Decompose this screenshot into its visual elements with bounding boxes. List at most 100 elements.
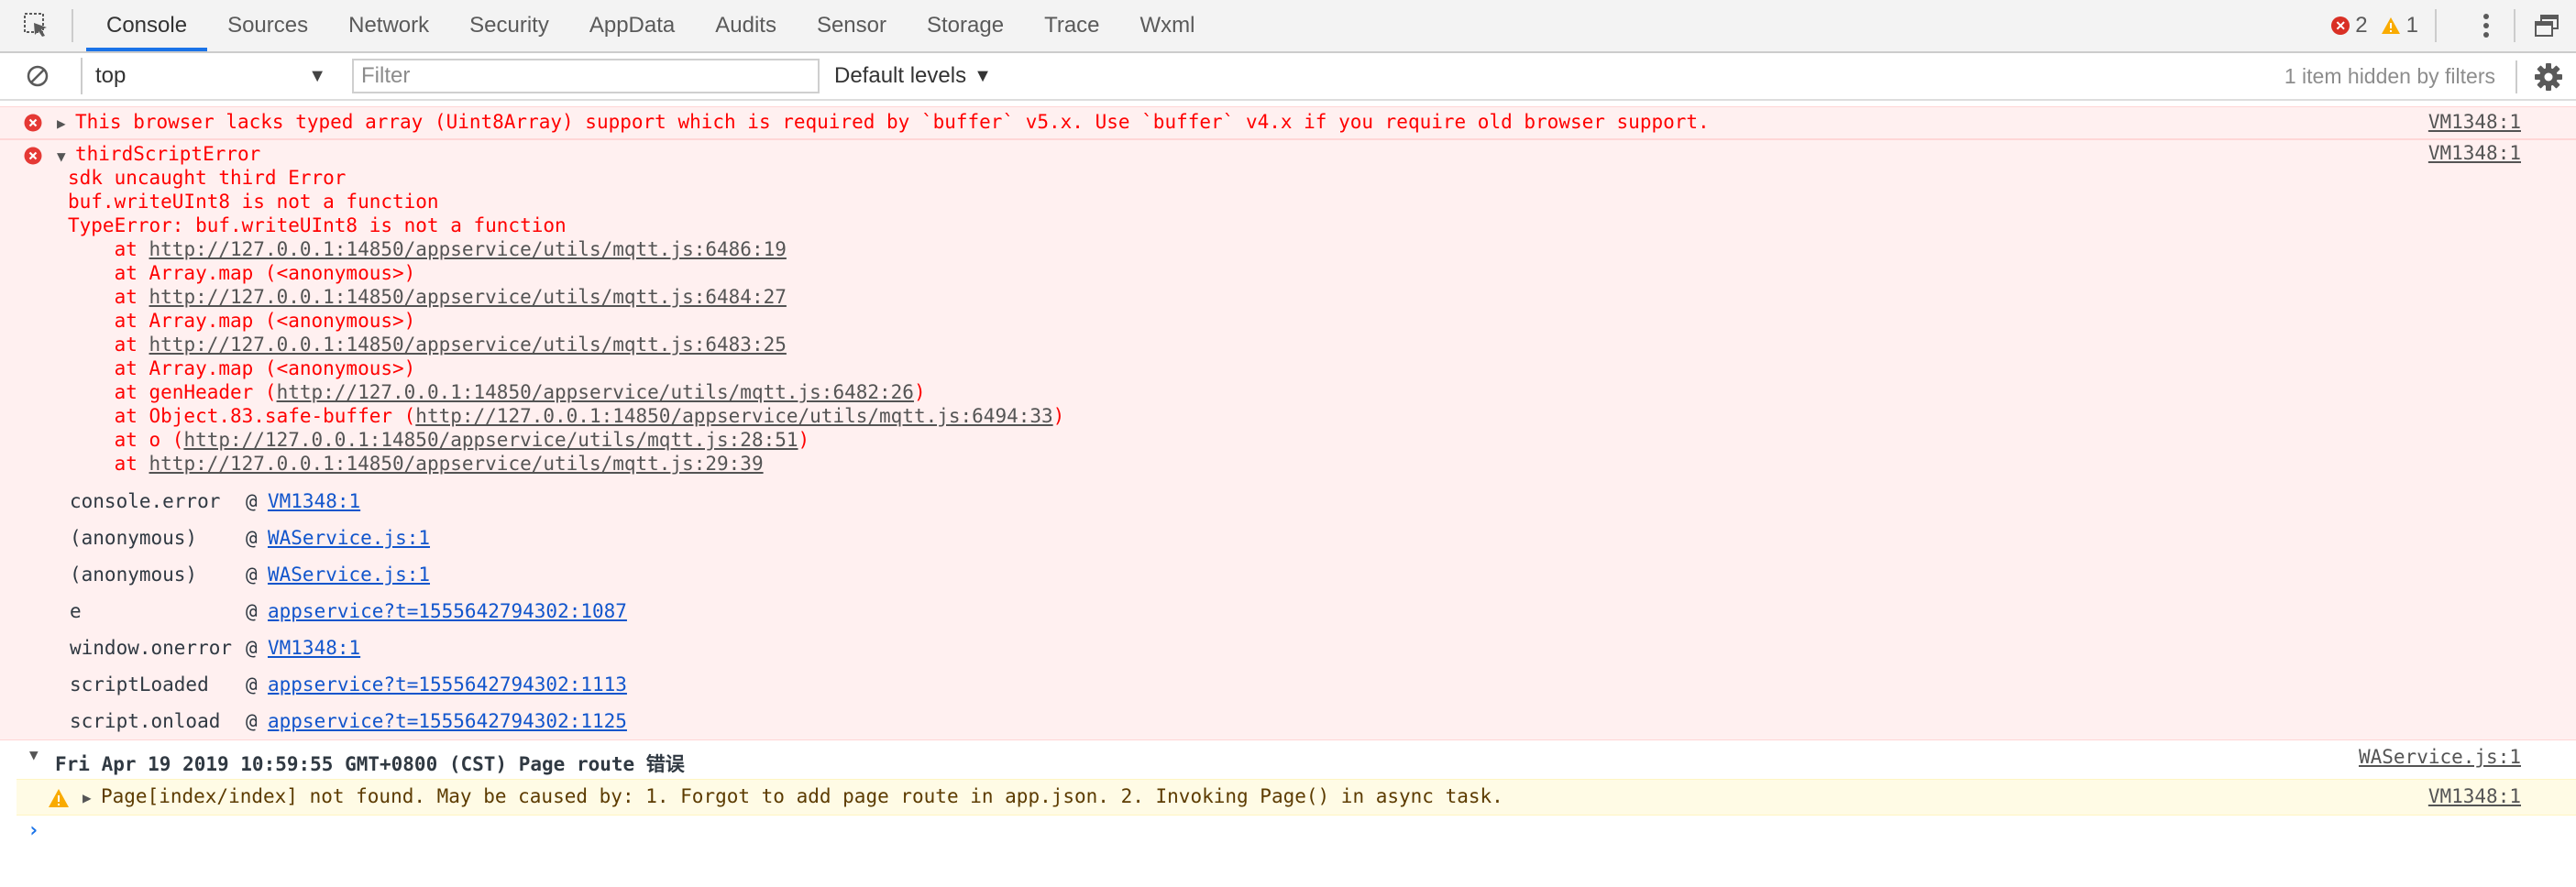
error-count: 2 (2355, 13, 2368, 38)
trace-source-link[interactable]: appservice?t=1555642794302:1113 (268, 666, 627, 703)
error-line: buf.writeUInt8 is not a function (68, 191, 439, 213)
stack-frame: at genHeader (http://127.0.0.1:14850/app… (68, 380, 1064, 404)
error-icon (24, 114, 42, 132)
stack-frame-link[interactable]: http://127.0.0.1:14850/appservice/utils/… (149, 453, 764, 475)
warning-count-icon (2381, 17, 2400, 34)
error-icon (24, 147, 42, 165)
trace-source-link[interactable]: WAService.js:1 (268, 520, 430, 556)
trace-function: window.onerror (70, 637, 233, 659)
trace-row: (anonymous) @ WAService.js:1 (70, 556, 627, 593)
stack-frame-text: at Array.map (<anonymous>) (68, 357, 416, 379)
trace-source-link[interactable]: VM1348:1 (268, 483, 360, 520)
trace-source-link[interactable]: appservice?t=1555642794302:1125 (268, 703, 627, 739)
trace-at-symbol: @ (246, 564, 258, 586)
kebab-menu-icon (2483, 14, 2489, 38)
more-options-button[interactable] (2468, 13, 2504, 38)
clear-console-icon (27, 65, 49, 87)
tab-trace[interactable]: Trace (1024, 0, 1119, 51)
log-levels-dropdown[interactable]: Default levels ▼ (834, 63, 992, 89)
filter-input[interactable] (352, 59, 820, 93)
stack-frame-link[interactable]: http://127.0.0.1:14850/appservice/utils/… (149, 334, 787, 356)
stack-frame-text: ) (913, 381, 926, 403)
stack-frame-link[interactable]: http://127.0.0.1:14850/appservice/utils/… (149, 286, 787, 308)
stack-trace: at http://127.0.0.1:14850/appservice/uti… (68, 237, 1065, 476)
console-prompt-row[interactable]: › (0, 816, 2576, 856)
tab-network[interactable]: Network (328, 0, 449, 51)
tab-sources[interactable]: Sources (207, 0, 328, 51)
undock-button[interactable] (2525, 14, 2569, 38)
clear-console-button[interactable] (26, 64, 62, 88)
stack-frame-link[interactable]: http://127.0.0.1:14850/appservice/utils/… (277, 381, 914, 403)
stack-frame: at http://127.0.0.1:14850/appservice/uti… (68, 452, 1064, 476)
tab-security[interactable]: Security (449, 0, 569, 51)
devtools-tabbar: Console Sources Network Security AppData Audi… (0, 0, 2576, 53)
stack-frame-link[interactable]: http://127.0.0.1:14850/appservice/utils/… (183, 429, 798, 451)
error-line: sdk uncaught third Error (68, 167, 347, 189)
console-group-header[interactable]: ▼ Fri Apr 19 2019 10:59:55 GMT+0800 (CST… (0, 740, 2576, 779)
collapse-arrow-icon[interactable]: ▼ (29, 746, 39, 763)
gear-icon (2535, 63, 2562, 91)
context-selector[interactable]: top ▼ (81, 58, 337, 94)
stack-frame-text: at (68, 453, 149, 475)
stack-frame: at http://127.0.0.1:14850/appservice/uti… (68, 333, 1064, 356)
stack-frame: at Array.map (<anonymous>) (68, 309, 1064, 333)
inspect-element-button[interactable] (11, 0, 62, 51)
trace-at-symbol: @ (246, 637, 258, 659)
trace-source-link[interactable]: WAService.js:1 (268, 556, 430, 593)
issue-counts[interactable]: ✕ 2 1 (2331, 13, 2418, 38)
expand-arrow-icon[interactable]: ▶ (57, 115, 66, 132)
stack-frame-link[interactable]: http://127.0.0.1:14850/appservice/utils/… (149, 238, 787, 260)
trace-source-link[interactable]: VM1348:1 (268, 630, 360, 666)
trace-row: window.onerror @ VM1348:1 (70, 630, 627, 666)
log-levels-label: Default levels (834, 63, 967, 88)
tab-wxml[interactable]: Wxml (1120, 0, 1216, 51)
console-settings-button[interactable] (2534, 62, 2563, 95)
trace-at-symbol: @ (246, 490, 258, 512)
undock-window-icon (2535, 15, 2559, 37)
stack-frame-text: at genHeader ( (68, 381, 277, 403)
source-link[interactable]: WAService.js:1 (2359, 746, 2521, 768)
tab-sensor[interactable]: Sensor (797, 0, 907, 51)
console-warning-message: ▶ Page[index/index] not found. May be ca… (17, 779, 2576, 816)
toolbar-right: ✕ 2 1 (2331, 0, 2576, 51)
stack-frame-text: at Object.83.safe-buffer ( (68, 405, 416, 427)
dropdown-caret-icon: ▼ (308, 65, 326, 86)
expand-arrow-icon[interactable]: ▶ (83, 789, 92, 806)
stack-frame-text: at (68, 238, 149, 260)
stack-frame: at Array.map (<anonymous>) (68, 261, 1064, 285)
tab-audits[interactable]: Audits (695, 0, 797, 51)
warning-count: 1 (2405, 13, 2418, 38)
console-filter-bar: top ▼ Default levels ▼ 1 item hidden by … (0, 53, 2576, 101)
trace-row: (anonymous) @ WAService.js:1 (70, 520, 627, 556)
stack-frame-text: ) (798, 429, 810, 451)
trace-source-link[interactable]: appservice?t=1555642794302:1087 (268, 593, 627, 630)
toolbar-divider (2435, 9, 2437, 42)
tab-storage[interactable]: Storage (907, 0, 1024, 51)
stack-frame: at Array.map (<anonymous>) (68, 356, 1064, 380)
collapse-arrow-icon[interactable]: ▼ (57, 148, 66, 165)
source-link[interactable]: VM1348:1 (2428, 142, 2521, 164)
hidden-items-label: 1 item hidden by filters (2284, 63, 2495, 88)
error-title: thirdScriptError (75, 143, 261, 165)
panel-tabs: Console Sources Network Security AppData Audi… (86, 0, 1216, 51)
trace-at-symbol: @ (246, 710, 258, 732)
stack-frame: at http://127.0.0.1:14850/appservice/uti… (68, 237, 1064, 261)
warning-icon (49, 789, 69, 807)
stack-frame-text: at Array.map (<anonymous>) (68, 310, 416, 332)
stack-frame-text: at (68, 334, 149, 356)
stack-frame-link[interactable]: http://127.0.0.1:14850/appservice/utils/… (415, 405, 1052, 427)
trace-function: e (70, 600, 82, 622)
tab-appdata[interactable]: AppData (569, 0, 695, 51)
stack-frame: at Object.83.safe-buffer (http://127.0.0… (68, 404, 1065, 428)
warning-text: Page[index/index] not found. May be caus… (101, 785, 1503, 807)
trace-function: (anonymous) (70, 564, 198, 586)
trace-row: script.onload @ appservice?t=1555642794302… (70, 703, 627, 739)
console-prompt-icon: › (28, 819, 40, 842)
tab-console[interactable]: Console (86, 0, 208, 51)
source-link[interactable]: VM1348:1 (2428, 111, 2521, 133)
context-value: top (95, 63, 127, 88)
group-title: Fri Apr 19 2019 10:59:55 GMT+0800 (CST) … (55, 753, 685, 775)
source-link[interactable]: VM1348:1 (2428, 785, 2521, 807)
error-body: sdk uncaught third Error buf.writeUInt8 … (68, 166, 1064, 476)
error-count-icon: ✕ (2331, 16, 2350, 35)
